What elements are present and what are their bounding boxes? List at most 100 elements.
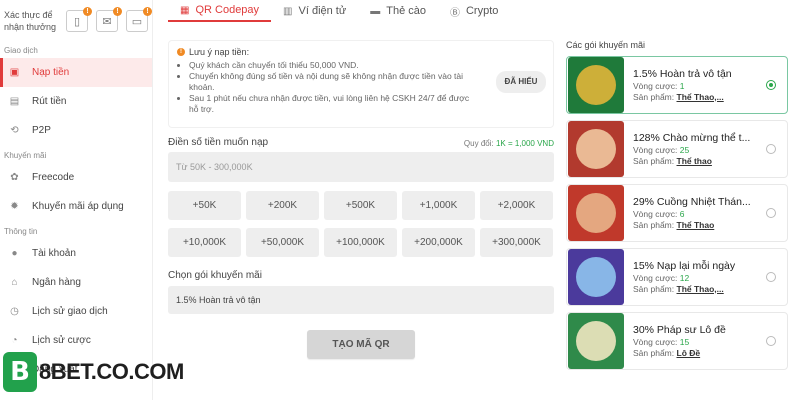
promo-radio[interactable] (766, 208, 776, 218)
section-info: Thông tin (4, 227, 38, 236)
promo-title: 30% Pháp sư Lô đề (633, 323, 726, 336)
notice-title: Lưu ý nạp tiền: (189, 47, 250, 57)
amount-chip[interactable]: +100,000K (324, 228, 397, 257)
sidebar-item-freecode[interactable]: ✿ Freecode (0, 163, 152, 192)
wager-label: Vòng cược: (633, 144, 678, 155)
sidebar-item-withdraw[interactable]: ▤ Rút tiền (0, 87, 152, 116)
section-transactions: Giao dịch (4, 46, 38, 55)
sidebar-item-label: Tài khoản (32, 248, 76, 259)
tab-label: Crypto (465, 5, 499, 17)
promo-thumbnail (568, 185, 624, 241)
wager-label: Vòng cược: (633, 272, 678, 283)
tab-ewallet[interactable]: ▥ Ví điện tử (271, 0, 358, 22)
promo-radio[interactable] (766, 144, 776, 154)
email-icon[interactable]: ✉! (96, 7, 122, 32)
wager-value: 1 (679, 80, 685, 91)
promo-radio[interactable] (766, 272, 776, 282)
amount-chip[interactable]: +300,000K (480, 228, 553, 257)
wager-value: 6 (679, 208, 685, 219)
bet-history-icon: ◔ (11, 335, 18, 346)
deposit-notice: ! Lưu ý nạp tiền: Quý khách cần chuyển tố… (168, 40, 554, 128)
tab-crypto[interactable]: Ⓑ Crypto (438, 0, 510, 22)
product-label: Sản phẩm: (633, 155, 675, 166)
promo-icon: ✹ (10, 201, 19, 212)
product-label: Sản phẩm: (633, 91, 675, 102)
promo-title: 29% Cuồng Nhiệt Thán... (633, 195, 751, 208)
promo-thumbnail (568, 121, 624, 177)
sidebar-item-deposit[interactable]: ▣ Nạp tiền (0, 58, 152, 87)
create-qr-button[interactable]: TẠO MÃ QR (307, 330, 415, 359)
sidebar-item-label: Nạp tiền (32, 67, 70, 78)
promo-card[interactable]: 128% Chào mừng thể t... Vòng cược: 25 Sả… (566, 120, 788, 178)
bitcoin-icon: Ⓑ (449, 7, 460, 19)
rate-label: Quy đổi: (463, 139, 494, 148)
product-label: Sản phẩm: (633, 283, 675, 294)
watermark-text: 8BET.CO.COM (39, 359, 184, 384)
verify-label: Xác thực để nhận thưởng (4, 10, 56, 32)
promo-card[interactable]: 30% Pháp sư Lô đề Vòng cược: 15 Sản phẩm… (566, 312, 788, 370)
notice-line: Sau 1 phút nếu chưa nhận được tiền, vui … (189, 93, 472, 115)
sidebar-item-applied-promos[interactable]: ✹ Khuyến mãi áp dụng (0, 192, 152, 221)
amount-label: Điền số tiền muốn nạp (168, 137, 269, 148)
history-icon: ◷ (10, 306, 19, 317)
amount-chip[interactable]: +200,000K (402, 228, 475, 257)
verify-banner: Xác thực để nhận thưởng ▯! ✉! ▭! (0, 0, 152, 38)
promo-radio[interactable] (766, 336, 776, 346)
product-link[interactable]: Thể thao (677, 156, 712, 166)
ewallet-icon: ▥ (283, 5, 293, 17)
sidebar-item-p2p[interactable]: ⟲ P2P (0, 116, 152, 145)
amount-chip[interactable]: +2,000K (480, 191, 553, 220)
product-label: Sản phẩm: (633, 347, 675, 358)
sidebar-item-label: Lịch sử cược (32, 335, 91, 346)
sidebar-item-transaction-history[interactable]: ◷ Lịch sử giao dịch (0, 297, 152, 326)
understood-button[interactable]: ĐÃ HIỂU (496, 71, 546, 93)
rate-value: 1K = 1,000 VND (495, 139, 554, 148)
amount-chip[interactable]: +50,000K (246, 228, 319, 257)
promo-list: Các gói khuyến mãi 1.5% Hoàn trả vô tận … (566, 40, 788, 376)
tab-qr-codepay[interactable]: ▦ QR Codepay (168, 0, 272, 22)
sidebar-item-label: P2P (32, 125, 51, 136)
product-label: Sản phẩm: (633, 219, 675, 230)
amount-chip[interactable]: +50K (168, 191, 241, 220)
tab-label: Ví điện tử (298, 5, 347, 17)
promo-thumbnail (568, 249, 624, 305)
promo-choice-label: Chọn gói khuyến mãi (168, 270, 262, 281)
tab-label: Thẻ cào (386, 5, 426, 17)
amount-input[interactable]: Từ 50K - 300,000K (168, 152, 554, 182)
tab-label: QR Codepay (195, 4, 260, 16)
promo-card[interactable]: 15% Nạp lại mỗi ngày Vòng cược: 12 Sản p… (566, 248, 788, 306)
user-icon: ● (11, 248, 18, 259)
product-link[interactable]: Thể Thao,... (677, 284, 724, 294)
promo-card[interactable]: 1.5% Hoàn trả vô tận Vòng cược: 1 Sản ph… (566, 56, 788, 114)
promo-title: 15% Nạp lại mỗi ngày (633, 259, 736, 272)
amount-chip[interactable]: +10,000K (168, 228, 241, 257)
promo-select[interactable]: 1.5% Hoàn trả vô tận (168, 286, 554, 314)
sidebar-item-account[interactable]: ● Tài khoản (0, 239, 152, 268)
product-link[interactable]: Thể Thao (677, 220, 715, 230)
promo-radio[interactable] (766, 80, 776, 90)
tab-scratch-card[interactable]: ▬ Thẻ cào (358, 0, 438, 22)
wager-value: 25 (679, 144, 690, 155)
warning-icon: ! (177, 48, 185, 56)
bank-icon: ⌂ (11, 277, 18, 288)
promo-card[interactable]: 29% Cuồng Nhiệt Thán... Vòng cược: 6 Sản… (566, 184, 788, 242)
sidebar-item-bank[interactable]: ⌂ Ngân hàng (0, 268, 152, 297)
amount-chip[interactable]: +500K (324, 191, 397, 220)
wager-label: Vòng cược: (633, 336, 678, 347)
wager-label: Vòng cược: (633, 208, 678, 219)
sidebar-item-label: Khuyến mãi áp dụng (32, 201, 124, 212)
exchange-rate: Quy đổi: 1K = 1,000 VND (464, 139, 554, 148)
amount-chip[interactable]: +1,000K (402, 191, 475, 220)
wager-value: 12 (679, 272, 690, 283)
product-link[interactable]: Lô Đề (677, 348, 701, 358)
wallet-verify-icon[interactable]: ▭! (126, 7, 152, 32)
amount-chip[interactable]: +200K (246, 191, 319, 220)
sidebar-item-label: Lịch sử giao dịch (32, 306, 108, 317)
product-link[interactable]: Thể Thao,... (677, 92, 724, 102)
promo-thumbnail (568, 57, 624, 113)
qr-icon: ▦ (180, 4, 190, 16)
watermark-logo: B 8BET.CO.COM (3, 352, 184, 392)
phone-icon[interactable]: ▯! (66, 7, 92, 32)
card-icon: ▬ (370, 5, 381, 17)
sidebar-item-bet-history[interactable]: ◔ Lịch sử cược (0, 326, 152, 355)
